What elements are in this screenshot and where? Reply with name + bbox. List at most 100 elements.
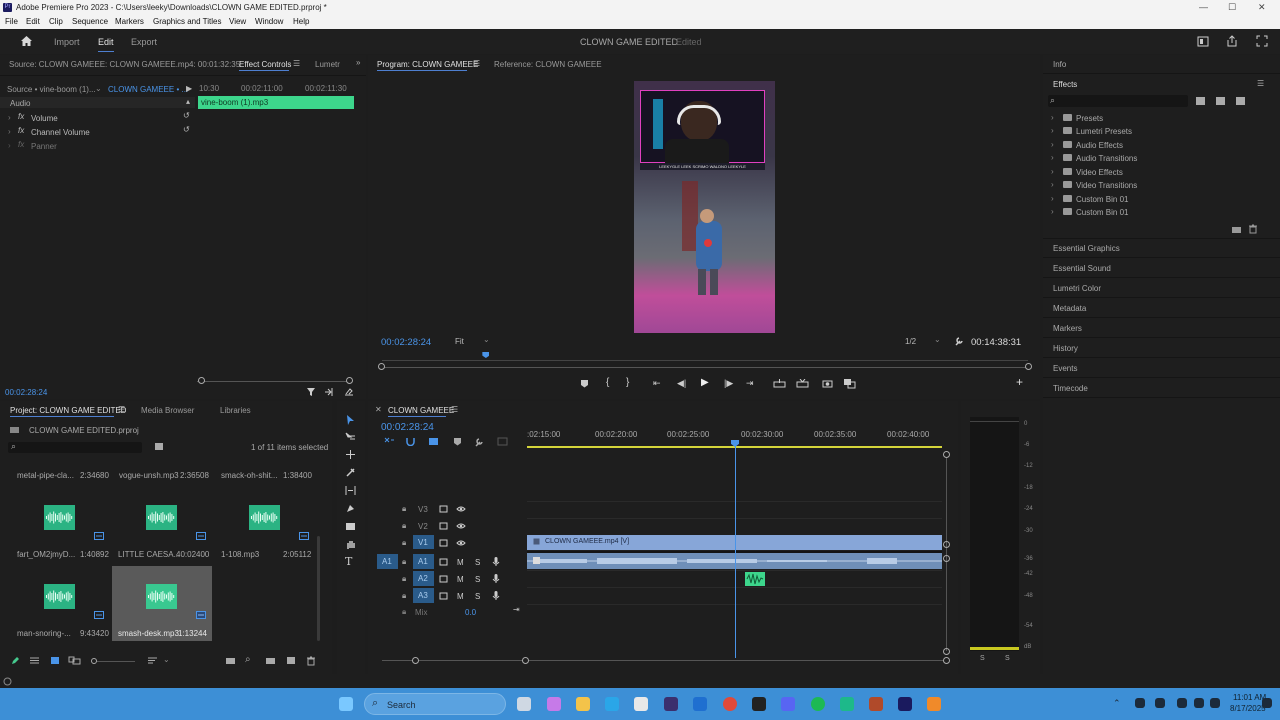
captions-icon[interactable] — [497, 437, 508, 446]
sync-lock-icon[interactable] — [439, 539, 448, 547]
status-icon[interactable] — [3, 677, 12, 686]
track-target-a3[interactable]: A3 — [413, 588, 434, 603]
go-to-in-icon[interactable]: ⇤ — [653, 378, 661, 389]
media-item-name[interactable]: vogue-unsh.mp3 — [119, 471, 179, 480]
zoom-handle-right[interactable] — [1025, 363, 1032, 370]
spotify-icon[interactable] — [811, 697, 825, 711]
freeform-view-icon[interactable] — [68, 656, 81, 665]
audio-waveform-thumbnail[interactable] — [146, 505, 177, 530]
menu-help[interactable]: Help — [293, 17, 309, 26]
minimize-button[interactable]: — — [1199, 2, 1208, 12]
ripple-edit-tool-icon[interactable] — [345, 449, 356, 460]
media-item-name[interactable]: smack-oh-shit... — [221, 471, 277, 480]
linked-selection-icon[interactable] — [428, 437, 439, 446]
capcut-icon[interactable] — [752, 697, 766, 711]
premiere-taskbar-icon[interactable] — [898, 697, 912, 711]
type-tool-icon[interactable]: T — [345, 555, 352, 568]
zoom-handle-right[interactable] — [346, 377, 353, 384]
menu-graphics-titles[interactable]: Graphics and Titles — [153, 17, 221, 26]
resolution-dropdown[interactable]: 1/2 — [905, 337, 916, 346]
tab-effect-controls[interactable]: Effect Controls — [239, 60, 291, 69]
extract-icon[interactable] — [796, 379, 809, 388]
app-icon[interactable] — [927, 697, 941, 711]
pencil-icon[interactable] — [11, 656, 20, 665]
battery-icon[interactable] — [1210, 698, 1220, 708]
audio-waveform-thumbnail[interactable] — [44, 584, 75, 609]
eye-icon[interactable] — [456, 505, 466, 513]
panel-menu-icon[interactable]: ☰ — [1257, 79, 1264, 88]
copilot-icon[interactable] — [547, 697, 561, 711]
track-target-v1[interactable]: V1 — [413, 535, 434, 549]
program-timecode[interactable]: 00:02:28:24 — [381, 337, 431, 348]
zoom-handle-left[interactable] — [378, 363, 385, 370]
taskbar-search-input[interactable]: ⌕ Search — [364, 693, 506, 715]
discord-icon[interactable] — [781, 697, 795, 711]
zoom-handle-left[interactable] — [412, 657, 419, 664]
find-icon[interactable]: ⌕ — [245, 654, 251, 665]
outlook-icon[interactable] — [693, 697, 707, 711]
close-button[interactable]: ✕ — [1258, 2, 1266, 13]
zoom-handle-left[interactable] — [198, 377, 205, 384]
menu-clip[interactable]: Clip — [49, 17, 63, 26]
menu-window[interactable]: Window — [255, 17, 283, 26]
expand-arrow-icon[interactable]: › — [8, 127, 11, 136]
selection-tool-icon[interactable] — [345, 414, 356, 426]
zoom-handle-left[interactable] — [522, 657, 529, 664]
lock-icon[interactable]: 🔒︎ — [402, 538, 406, 548]
section-metadata[interactable]: Metadata — [1053, 304, 1086, 313]
menu-edit[interactable]: Edit — [26, 17, 40, 26]
audio-waveform-thumbnail[interactable] — [44, 505, 75, 530]
program-playhead[interactable] — [482, 352, 490, 358]
start-icon[interactable] — [339, 697, 353, 711]
section-lumetri-color[interactable]: Lumetri Color — [1053, 284, 1101, 293]
v-zoom-handle-top[interactable] — [943, 451, 950, 458]
hand-tool-icon[interactable] — [345, 539, 356, 550]
v-zoom-handle-bottom[interactable] — [943, 648, 950, 655]
project-search-input[interactable]: ⌕ — [8, 441, 142, 453]
tab-reference[interactable]: Reference: CLOWN GAMEEE — [494, 60, 602, 69]
media-item-name[interactable]: LITTLE CAESA... — [118, 550, 180, 559]
sync-lock-icon[interactable] — [439, 592, 448, 600]
delete-icon[interactable] — [1248, 224, 1258, 234]
meter-solo-left[interactable]: S — [980, 655, 985, 662]
media-item-name[interactable]: fart_OM2jmyD... — [17, 550, 75, 559]
step-forward-icon[interactable]: |▶ — [724, 378, 733, 389]
chevron-down-icon[interactable]: ⌄ — [163, 655, 170, 664]
task-view-icon[interactable] — [517, 697, 531, 711]
add-marker-icon[interactable] — [580, 379, 589, 388]
eye-icon[interactable] — [456, 522, 466, 530]
home-icon[interactable] — [20, 35, 33, 47]
meter-solo-right[interactable]: S — [1005, 655, 1010, 662]
clock-date[interactable]: 8/17/2025 — [1230, 704, 1266, 713]
microphone-icon[interactable] — [492, 590, 500, 601]
icon-view-icon[interactable] — [50, 656, 60, 665]
snap-icon[interactable] — [406, 437, 415, 446]
export-frame-camera-icon[interactable] — [822, 379, 833, 388]
lock-icon[interactable]: 🔒︎ — [402, 574, 406, 584]
panel-menu-icon[interactable]: ☰ — [451, 405, 458, 414]
video-frame[interactable]: LEEKYGLE LEEK SCRIMO WALDNO LEEKYLE — [634, 81, 775, 333]
mute-button[interactable]: M — [457, 575, 464, 584]
workspace-import[interactable]: Import — [54, 37, 80, 47]
track-label-v2[interactable]: V2 — [418, 522, 428, 531]
tab-media-browser[interactable]: Media Browser — [141, 406, 194, 415]
reset-icon[interactable]: ↺ — [183, 111, 190, 120]
chevron-down-icon[interactable]: ⌄ — [483, 335, 490, 344]
automate-to-sequence-icon[interactable] — [225, 656, 236, 665]
chevron-down-icon[interactable]: ⌄ — [95, 84, 102, 93]
zoom-slider[interactable] — [97, 661, 135, 662]
tab-program[interactable]: Program: CLOWN GAMEEE — [377, 60, 478, 69]
play-icon[interactable]: ▶ — [701, 377, 709, 388]
program-mini-ruler[interactable] — [382, 352, 1028, 361]
workspace-export[interactable]: Export — [131, 37, 157, 47]
zoom-handle-right[interactable] — [943, 657, 950, 664]
maximize-button[interactable]: ☐ — [1228, 2, 1236, 13]
accelerated-effects-icon[interactable] — [1195, 96, 1206, 106]
track-target-a1[interactable]: A1 — [413, 554, 434, 569]
more-panels-icon[interactable]: » — [356, 58, 360, 67]
sync-lock-icon[interactable] — [439, 575, 448, 583]
timeline-settings-wrench-icon[interactable] — [474, 437, 484, 447]
chrome-icon[interactable] — [723, 697, 737, 711]
fx-icon[interactable]: fx — [18, 112, 24, 121]
system-tray-icon[interactable] — [1155, 698, 1165, 708]
